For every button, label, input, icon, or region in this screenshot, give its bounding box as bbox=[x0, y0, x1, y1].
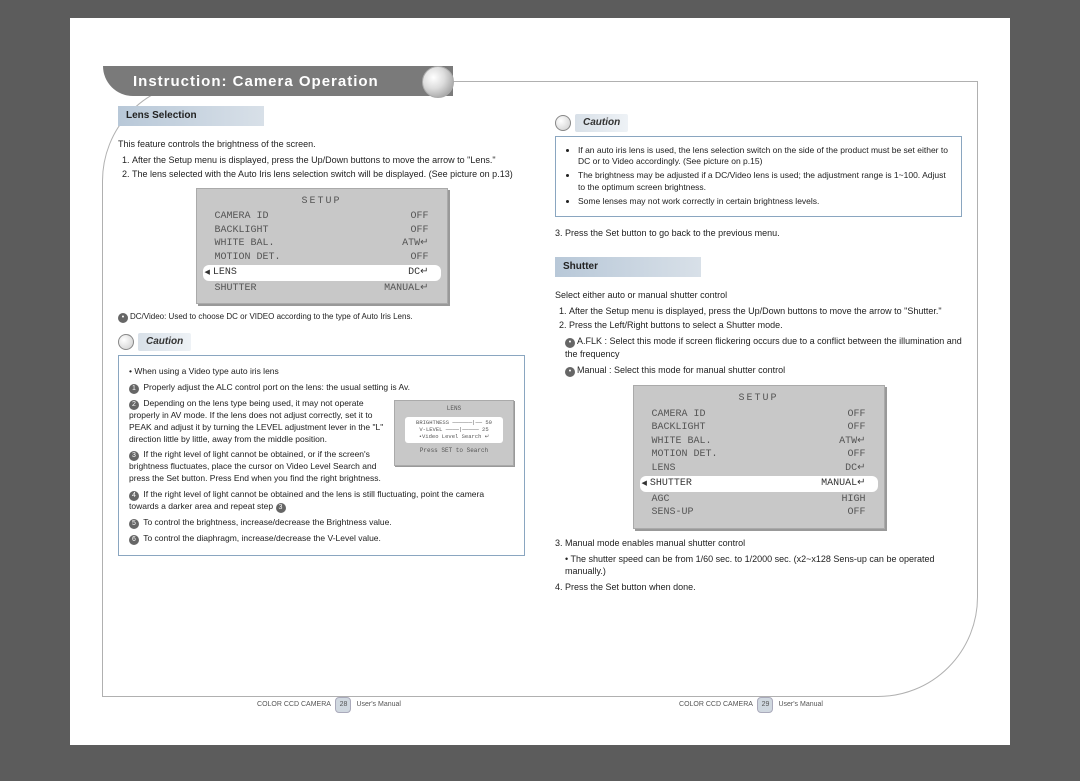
caution2-line-1: The brightness may be adjusted if a DC/V… bbox=[578, 170, 951, 194]
num-icon-4: 4 bbox=[129, 491, 139, 501]
bullet-icon-b: • bbox=[565, 367, 575, 377]
setup-panel-right: SETUP CAMERA IDOFFBACKLIGHTOFFWHITE BAL.… bbox=[633, 385, 885, 529]
lens-steps: After the Setup menu is displayed, press… bbox=[118, 154, 525, 180]
caution-line-0: When using a Video type auto iris lens bbox=[134, 366, 278, 376]
mini-lens-box: LENS BRIGHTNESS ——————|—— 50 V-LEVEL ———… bbox=[394, 400, 514, 466]
mini-foot: Press SET to Search bbox=[399, 447, 509, 455]
shutter-step-1: After the Setup menu is displayed, press… bbox=[569, 305, 962, 317]
setup-title-right: SETUP bbox=[644, 392, 874, 406]
footer-right: COLOR CCD CAMERA 29 User's Manual bbox=[540, 697, 962, 713]
page-number-right: 29 bbox=[757, 697, 773, 713]
lens-step-2: The lens selected with the Auto Iris len… bbox=[132, 168, 525, 180]
setup-row: BACKLIGHTOFF bbox=[207, 224, 437, 238]
mini-row-2: •Video Level Search ↵ bbox=[407, 433, 501, 440]
page-number-left: 28 bbox=[335, 697, 351, 713]
setup-row: MOTION DET.OFF bbox=[644, 448, 874, 462]
setup-row: LENSDC↵ bbox=[203, 265, 441, 281]
caution-line-4: If the right level of light cannot be ob… bbox=[129, 489, 484, 511]
lens-selection-heading: Lens Selection bbox=[118, 106, 264, 126]
setup-row: CAMERA IDOFF bbox=[207, 210, 437, 224]
caution-line-6: To control the diaphragm, increase/decre… bbox=[143, 533, 381, 543]
setup-row: MOTION DET.OFF bbox=[207, 251, 437, 265]
caution-icon bbox=[118, 334, 134, 350]
right-step3: Press the Set button to go back to the p… bbox=[565, 228, 780, 238]
footer-left-pre: COLOR CCD CAMERA bbox=[257, 701, 331, 708]
shutter-intro: Select either auto or manual shutter con… bbox=[555, 289, 962, 301]
caution-label-right: Caution bbox=[575, 114, 628, 132]
setup-row: WHITE BAL.ATW↵ bbox=[207, 237, 437, 251]
caution2-line-2: Some lenses may not work correctly in ce… bbox=[578, 196, 951, 208]
num-icon-4b: 3 bbox=[276, 503, 286, 513]
num-icon-3: 3 bbox=[129, 451, 139, 461]
mini-title: LENS bbox=[399, 405, 509, 413]
setup-row: WHITE BAL.ATW↵ bbox=[644, 435, 874, 449]
footer-right-suffix: User's Manual bbox=[778, 701, 823, 708]
aflk-desc: : Select this mode if screen flickering … bbox=[565, 336, 962, 359]
right-step4: Press the Set button when done. bbox=[565, 582, 696, 592]
setup-row: SENS-UPOFF bbox=[644, 506, 874, 520]
header-title: Instruction: Camera Operation bbox=[133, 73, 379, 90]
header-bar: Instruction: Camera Operation bbox=[103, 66, 453, 96]
footer-right-pre: COLOR CCD CAMERA bbox=[679, 701, 753, 708]
right-step3b-sub: The shutter speed can be from 1/60 sec. … bbox=[565, 554, 934, 576]
manual-desc: : Select this mode for manual shutter co… bbox=[609, 365, 785, 375]
setup-panel-left: SETUP CAMERA IDOFFBACKLIGHTOFFWHITE BAL.… bbox=[196, 188, 448, 305]
lens-step-1: After the Setup menu is displayed, press… bbox=[132, 154, 525, 166]
shutter-steps: After the Setup menu is displayed, press… bbox=[555, 305, 962, 331]
num-icon-6: 6 bbox=[129, 535, 139, 545]
caution-icon-right bbox=[555, 115, 571, 131]
header-circle-icon bbox=[422, 66, 454, 98]
caution-line-2: Depending on the lens type being used, i… bbox=[129, 398, 383, 444]
num-icon-1: 1 bbox=[129, 384, 139, 394]
setup-title-left: SETUP bbox=[207, 195, 437, 209]
footer-left-suffix: User's Manual bbox=[356, 701, 401, 708]
left-column: Lens Selection This feature controls the… bbox=[118, 106, 525, 690]
mini-row-1: V-LEVEL ————|————— 25 bbox=[407, 426, 501, 433]
bullet-icon-a: • bbox=[565, 338, 575, 348]
caution-badge-right: Caution bbox=[555, 114, 962, 132]
num-icon-2: 2 bbox=[129, 400, 139, 410]
caution-box-right: If an auto iris lens is used, the lens s… bbox=[555, 136, 962, 217]
right-step3b: Manual mode enables manual shutter contr… bbox=[565, 538, 745, 548]
setup-row: CAMERA IDOFF bbox=[644, 408, 874, 422]
mini-inner: BRIGHTNESS ——————|—— 50 V-LEVEL ————|———… bbox=[405, 417, 503, 442]
columns: Lens Selection This feature controls the… bbox=[118, 106, 962, 690]
setup-row: BACKLIGHTOFF bbox=[644, 421, 874, 435]
caution-label-left: Caution bbox=[138, 333, 191, 351]
caution-box-left: • When using a Video type auto iris lens… bbox=[118, 355, 525, 556]
footer-left: COLOR CCD CAMERA 28 User's Manual bbox=[118, 697, 540, 713]
setup-row: LENSDC↵ bbox=[644, 462, 874, 476]
num-icon-5: 5 bbox=[129, 519, 139, 529]
page-frame: Instruction: Camera Operation Lens Selec… bbox=[70, 18, 1010, 745]
lens-intro: This feature controls the brightness of … bbox=[118, 138, 525, 150]
caution-line-5: To control the brightness, increase/decr… bbox=[143, 517, 392, 527]
note-bullet-icon: • bbox=[118, 313, 128, 323]
footer: COLOR CCD CAMERA 28 User's Manual COLOR … bbox=[118, 697, 962, 713]
manual-label: Manual bbox=[577, 365, 607, 375]
setup-row: AGCHIGH bbox=[644, 493, 874, 507]
dcvideo-note: DC/Video: Used to choose DC or VIDEO acc… bbox=[130, 312, 413, 321]
caution-badge-left: Caution bbox=[118, 333, 525, 351]
mini-row-0: BRIGHTNESS ——————|—— 50 bbox=[407, 419, 501, 426]
right-column: Caution If an auto iris lens is used, th… bbox=[555, 106, 962, 690]
aflk-label: A.FLK bbox=[577, 336, 602, 346]
shutter-step-2: Press the Left/Right buttons to select a… bbox=[569, 319, 962, 331]
caution-line-3: If the right level of light cannot be ob… bbox=[129, 449, 381, 483]
caution2-line-0: If an auto iris lens is used, the lens s… bbox=[578, 145, 951, 169]
setup-row: SHUTTERMANUAL↵ bbox=[640, 476, 878, 492]
setup-row: SHUTTERMANUAL↵ bbox=[207, 282, 437, 296]
caution-line-1: Properly adjust the ALC control port on … bbox=[143, 382, 410, 392]
shutter-heading: Shutter bbox=[555, 257, 701, 277]
